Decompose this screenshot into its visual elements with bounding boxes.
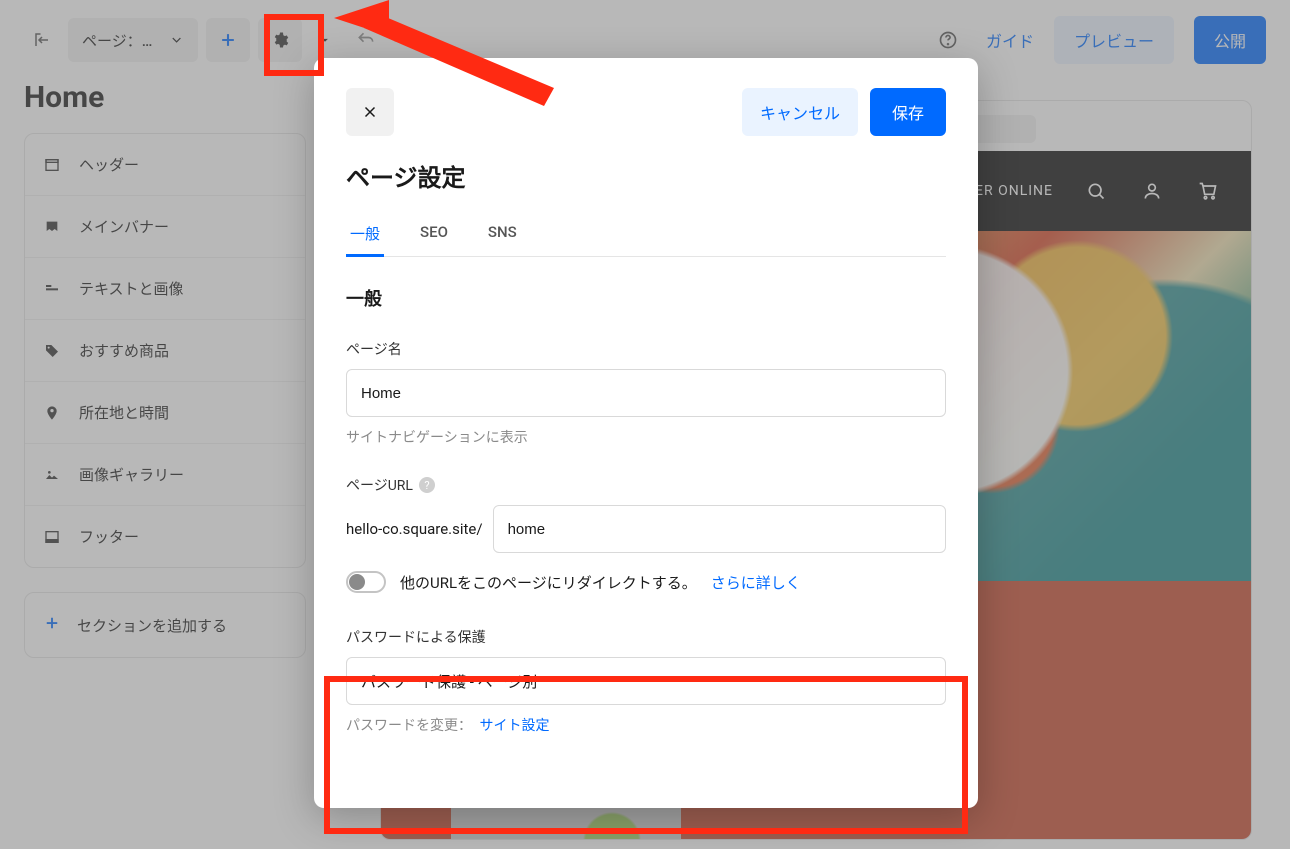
modal-header: キャンセル 保存: [346, 88, 946, 136]
password-select-value: パスワード保護 - ページ別: [361, 671, 537, 692]
section-heading-general: 一般: [346, 285, 946, 311]
hint-icon[interactable]: ?: [419, 477, 435, 493]
tab-general[interactable]: 一般: [346, 211, 384, 256]
tab-seo[interactable]: SEO: [416, 211, 452, 256]
page-url-label-text: ページURL: [346, 475, 413, 495]
page-settings-modal: キャンセル 保存 ページ設定 一般 SEO SNS 一般 ページ名 サイトナビゲ…: [314, 58, 978, 808]
page-name-helper: サイトナビゲーションに表示: [346, 427, 946, 447]
password-select[interactable]: パスワード保護 - ページ別: [346, 657, 946, 705]
close-button[interactable]: [346, 88, 394, 136]
modal-tabs: 一般 SEO SNS: [346, 211, 946, 257]
cancel-button[interactable]: キャンセル: [742, 88, 858, 136]
password-label: パスワードによる保護: [346, 627, 946, 647]
modal-title: ページ設定: [346, 158, 946, 193]
redirect-row: 他のURLをこのページにリダイレクトする。 さらに詳しく: [346, 571, 946, 593]
tab-sns[interactable]: SNS: [484, 211, 521, 256]
page-url-input[interactable]: [493, 505, 946, 553]
page-url-prefix: hello-co.square.site/: [346, 520, 483, 538]
page-name-label: ページ名: [346, 339, 946, 359]
page-url-label: ページURL ?: [346, 475, 946, 495]
password-change-row: パスワードを変更： サイト設定: [346, 715, 946, 735]
site-settings-link[interactable]: サイト設定: [479, 718, 549, 734]
redirect-toggle[interactable]: [346, 571, 386, 593]
chevron-down-icon: [915, 671, 931, 691]
page-url-row: hello-co.square.site/: [346, 505, 946, 553]
password-change-text: パスワードを変更：: [346, 718, 472, 734]
save-button[interactable]: 保存: [870, 88, 946, 136]
redirect-learn-more-link[interactable]: さらに詳しく: [711, 572, 801, 593]
page-name-input[interactable]: [346, 369, 946, 417]
redirect-text: 他のURLをこのページにリダイレクトする。: [400, 572, 697, 593]
